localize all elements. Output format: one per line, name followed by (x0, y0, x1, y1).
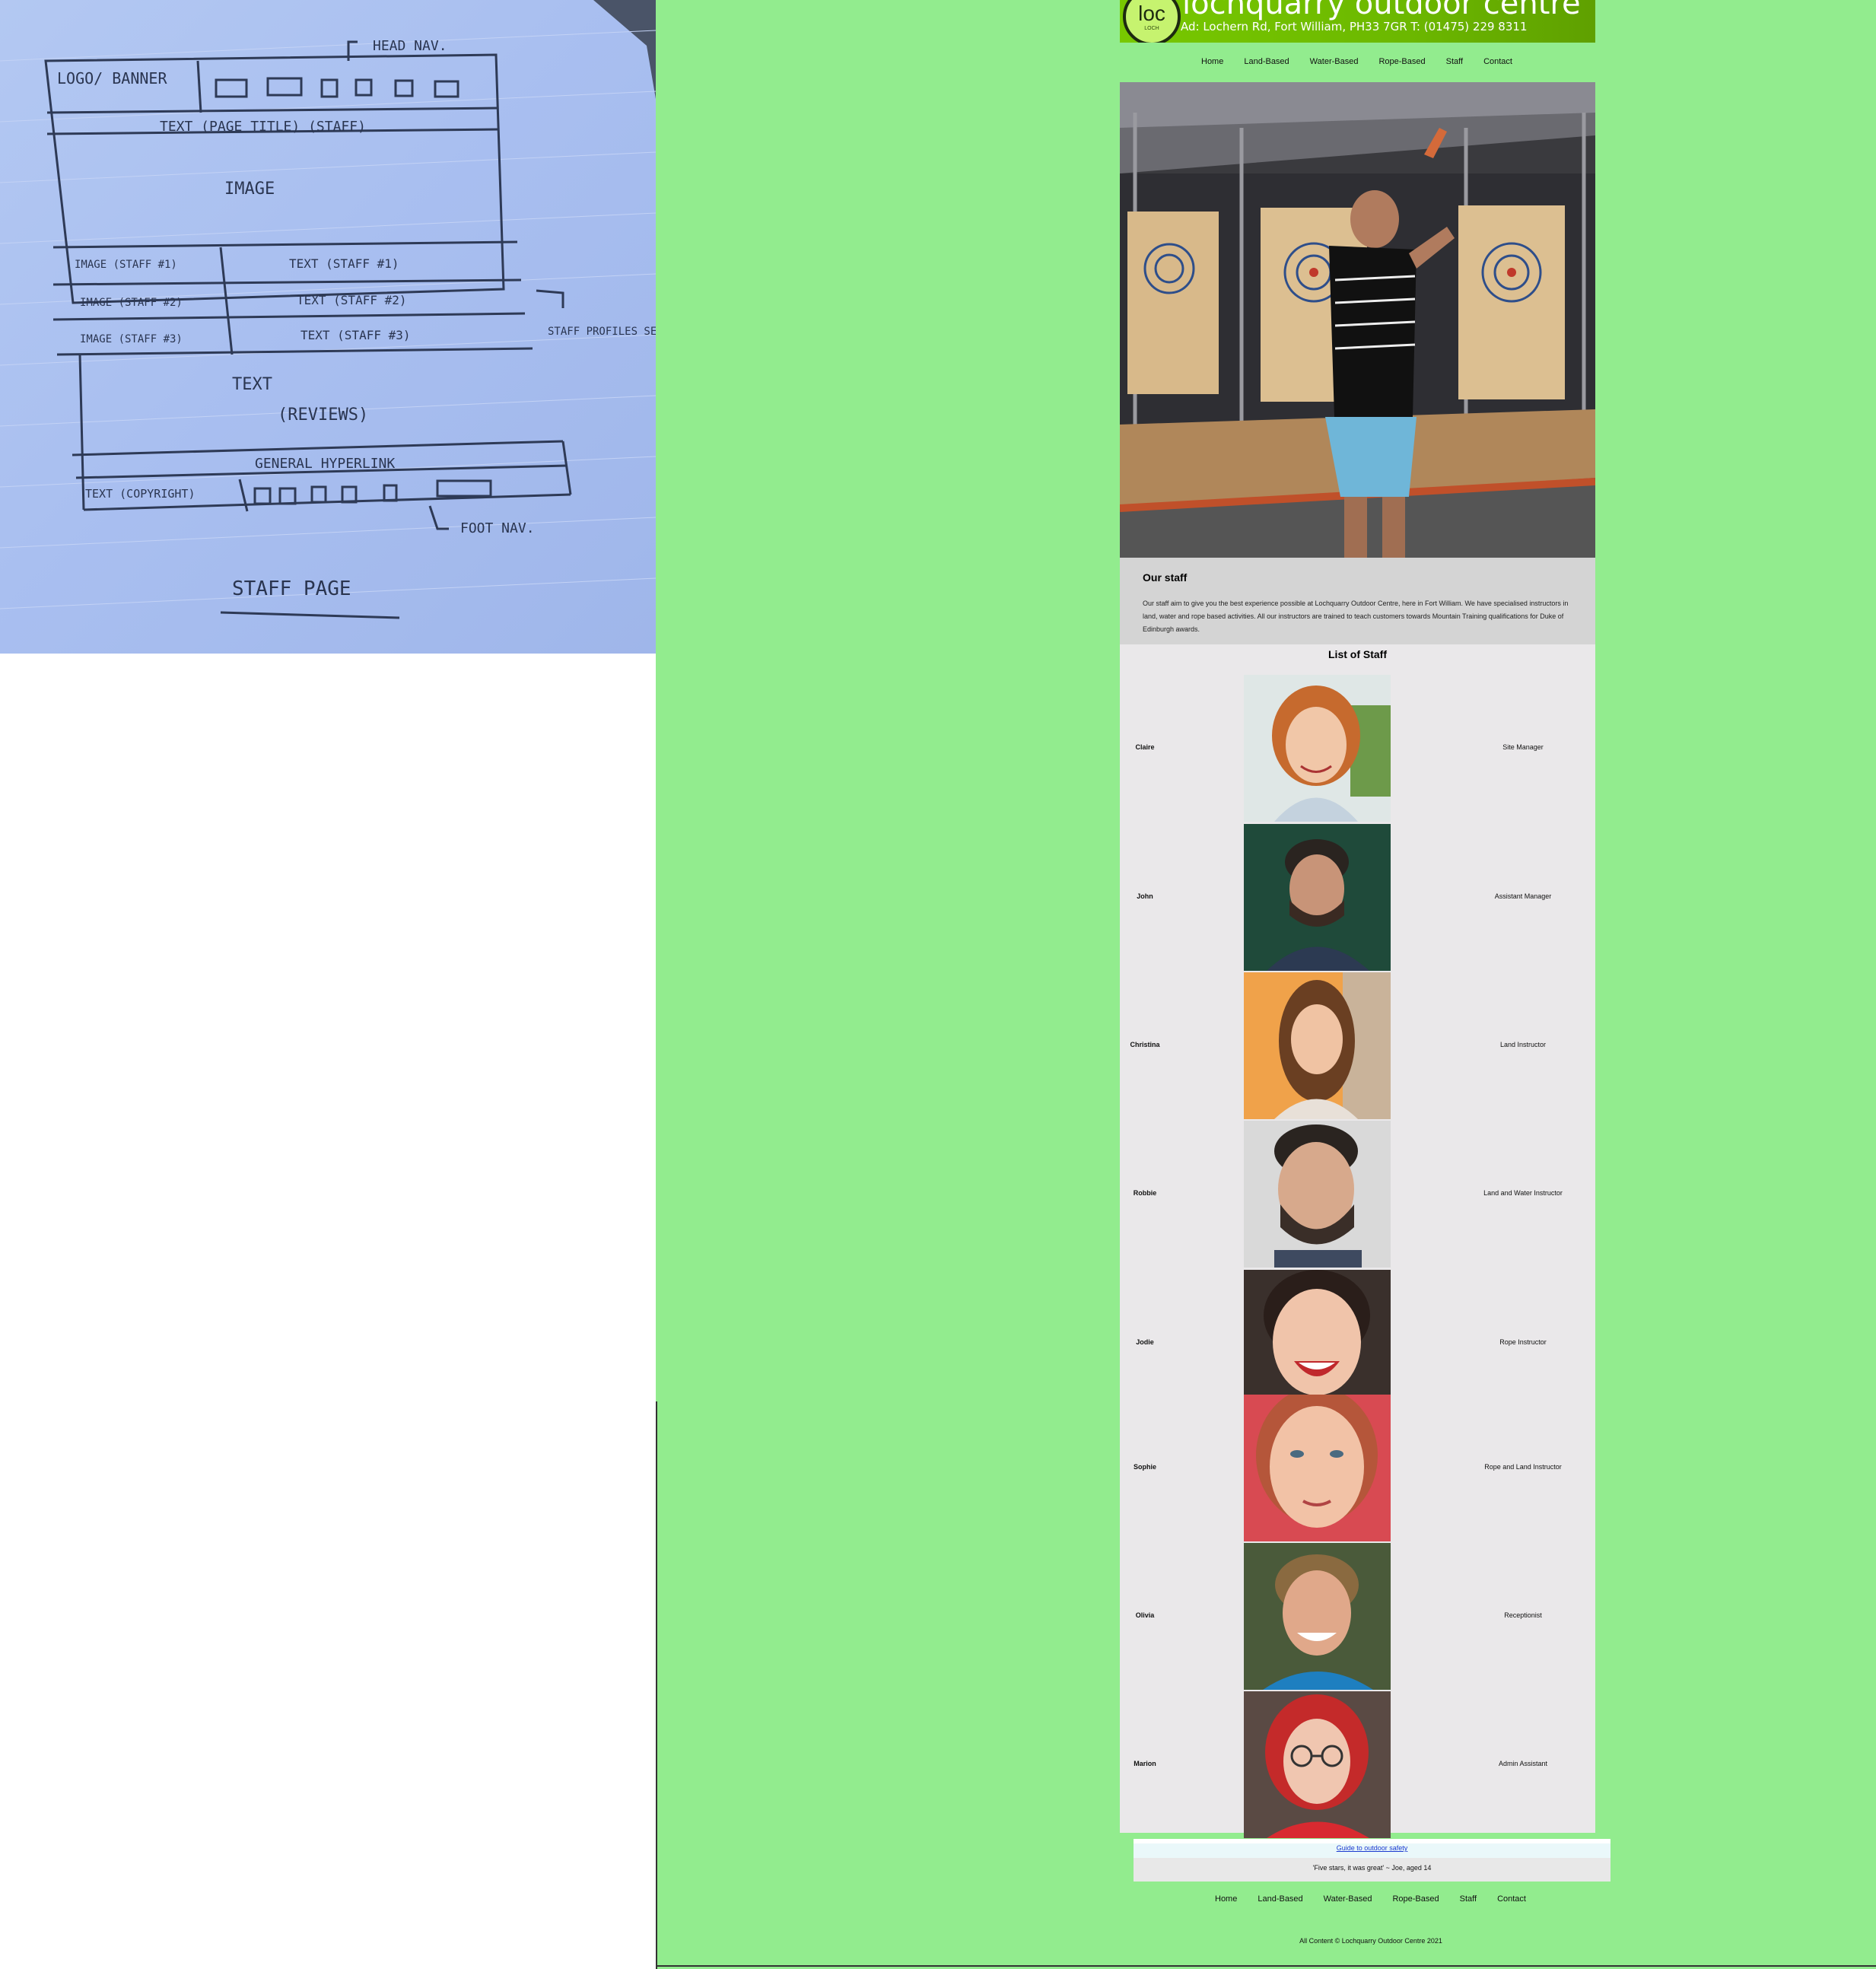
sketch-label-logo: LOGO/ BANNER (57, 69, 167, 87)
staff-row: John Assistant Manager (1120, 824, 1595, 971)
staff-photo (1244, 1543, 1391, 1690)
nav-contact[interactable]: Contact (1483, 57, 1512, 66)
sketch-label-foot-nav: FOOT NAV. (460, 520, 535, 536)
logo-text: loc (1138, 2, 1165, 25)
sketch-label-text: TEXT (232, 375, 272, 394)
staff-role: Admin Assistant (1498, 1760, 1548, 1767)
sketch-label-staff-profiles: STAFF PROFILES SECTION. (548, 326, 656, 338)
staff-profiles-section: List of Staff Claire Site Manager John A… (1120, 644, 1595, 1838)
wireframe-drawing: LOGO/ BANNER HEAD NAV. TEXT (PAGE TITLE)… (0, 0, 656, 619)
staff-name: Jodie (1136, 1338, 1154, 1346)
staff-row: Claire Site Manager (1120, 675, 1595, 822)
footer-nav-staff[interactable]: Staff (1460, 1894, 1477, 1904)
footer-nav-contact[interactable]: Contact (1497, 1894, 1526, 1904)
intro-section: Our staff Our staff aim to give you the … (1120, 558, 1595, 644)
staff-name: Olivia (1135, 1611, 1155, 1619)
sketch-label-image-staff-3: IMAGE (STAFF #3) (80, 333, 183, 345)
staff-row: Robbie Land and Water Instructor (1120, 1121, 1595, 1268)
staff-role: Land Instructor (1499, 1041, 1547, 1048)
sketch-label-reviews: (REVIEWS) (278, 406, 368, 425)
staff-name: Sophie (1133, 1463, 1156, 1471)
staff-photo (1244, 972, 1391, 1119)
staff-role: Assistant Manager (1494, 892, 1552, 900)
nav-rope-based[interactable]: Rope-Based (1378, 57, 1425, 66)
staff-role: Rope and Land Instructor (1484, 1463, 1562, 1471)
staff-photo (1244, 1691, 1391, 1838)
sketch-label-image: IMAGE (224, 180, 275, 199)
sketch-label-staff-page: STAFF PAGE (232, 577, 351, 600)
page-bottom-line (656, 1965, 1876, 1967)
site-banner: loc LOCH lochquarry outdoor centre Ad: L… (1120, 0, 1595, 43)
staff-photo (1244, 1121, 1391, 1268)
wireframe-sketch-photo: LOGO/ BANNER HEAD NAV. TEXT (PAGE TITLE)… (0, 0, 656, 654)
outdoor-safety-link[interactable]: Guide to outdoor safety (1134, 1844, 1610, 1852)
staff-name: John (1137, 892, 1153, 900)
review-section: 'Five stars, it was great' ~ Joe, aged 1… (1134, 1858, 1610, 1882)
page-title: Our staff (1143, 571, 1188, 584)
staff-list-heading: List of Staff (1328, 648, 1387, 660)
nav-staff[interactable]: Staff (1446, 57, 1463, 66)
page-divider-line (656, 1401, 657, 1969)
hyperlink-bar: Guide to outdoor safety (1134, 1839, 1610, 1858)
site-logo[interactable]: loc LOCH (1123, 0, 1181, 43)
sketch-label-text-staff-2: TEXT (STAFF #2) (297, 293, 407, 307)
footer-nav-land-based[interactable]: Land-Based (1258, 1894, 1302, 1904)
staff-role: Receptionist (1504, 1611, 1542, 1619)
hero-image-axe-throwing (1120, 82, 1595, 558)
sketch-label-image-staff-2: IMAGE (STAFF #2) (80, 297, 183, 309)
site-address: Ad: Lochern Rd, Fort William, PH33 7GR T… (1181, 20, 1528, 33)
head-nav: Home Land-Based Water-Based Rope-Based S… (1201, 57, 1533, 66)
copyright-text: All Content © Lochquarry Outdoor Centre … (1299, 1937, 1442, 1945)
sketch-label-image-staff-1: IMAGE (STAFF #1) (75, 259, 177, 271)
staff-name: Marion (1134, 1760, 1156, 1767)
footer-nav-water-based[interactable]: Water-Based (1324, 1894, 1372, 1904)
sketch-label-page-title: TEXT (PAGE TITLE) (STAFF) (160, 119, 366, 135)
staff-row: Christina Land Instructor (1120, 972, 1595, 1119)
sketch-label-text-staff-3: TEXT (STAFF #3) (300, 328, 411, 342)
nav-land-based[interactable]: Land-Based (1244, 57, 1289, 66)
site-title: lochquarry outdoor centre (1182, 0, 1581, 21)
nav-water-based[interactable]: Water-Based (1310, 57, 1359, 66)
staff-photo (1244, 675, 1391, 822)
sketch-label-text-staff-1: TEXT (STAFF #1) (289, 256, 399, 271)
footer-nav-home[interactable]: Home (1215, 1894, 1237, 1904)
logo-subtext: LOCH (1144, 26, 1159, 31)
staff-role: Land and Water Instructor (1483, 1189, 1563, 1197)
staff-row: Olivia Receptionist (1120, 1543, 1595, 1690)
staff-row: Marion Admin Assistant (1120, 1691, 1595, 1838)
staff-name: Christina (1130, 1041, 1160, 1048)
staff-name: Robbie (1133, 1189, 1157, 1197)
staff-name: Claire (1135, 743, 1155, 751)
review-text: 'Five stars, it was great' ~ Joe, aged 1… (1312, 1864, 1432, 1872)
sketch-label-copyright: TEXT (COPYRIGHT) (85, 487, 196, 501)
sketch-label-head-nav: HEAD NAV. (373, 38, 447, 54)
nav-home[interactable]: Home (1201, 57, 1223, 66)
footer-nav-rope-based[interactable]: Rope-Based (1392, 1894, 1439, 1904)
staff-photo (1244, 1395, 1391, 1541)
sketch-label-hyperlink: GENERAL HYPERLINK (255, 456, 395, 472)
staff-row: Sophie Rope and Land Instructor (1120, 1395, 1595, 1541)
foot-nav: Home Land-Based Water-Based Rope-Based S… (1215, 1894, 1547, 1904)
staff-role: Site Manager (1502, 743, 1544, 751)
intro-text: Our staff aim to give you the best exper… (1143, 600, 1569, 633)
staff-photo (1244, 824, 1391, 971)
staff-role: Rope Instructor (1499, 1338, 1547, 1346)
